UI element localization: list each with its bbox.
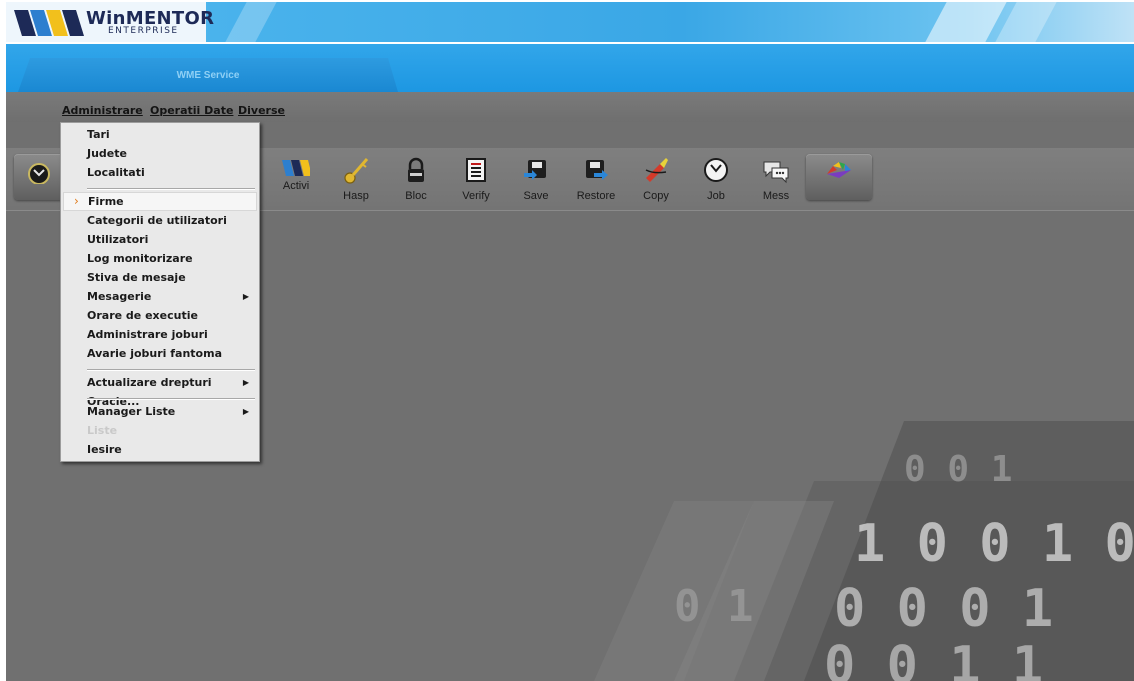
submenu-arrow-icon: ▶ xyxy=(242,292,249,301)
copy-icon xyxy=(645,158,668,182)
menu-item-label: Log monitorizare xyxy=(87,252,193,265)
mess-button[interactable]: Mess xyxy=(748,150,804,206)
chat-icon xyxy=(763,161,789,184)
menu-diverse[interactable]: Diverse xyxy=(238,104,285,117)
job-button[interactable]: Job xyxy=(688,150,744,206)
restore-icon xyxy=(586,160,608,180)
menu-item-categorii-utilizatori[interactable]: Categorii de utilizatori xyxy=(63,211,257,230)
menu-item-label: Tari xyxy=(87,128,110,141)
save-label: Save xyxy=(523,190,549,202)
chevron-right-icon: › xyxy=(74,194,79,208)
save-icon xyxy=(524,160,546,180)
menu-item-judete[interactable]: Judete xyxy=(63,144,257,163)
hasp-label: Hasp xyxy=(343,190,369,202)
menu-separator xyxy=(87,398,255,400)
menu-bar: Administrare Operatii Date Diverse xyxy=(6,92,1134,122)
menu-item-label: Localitati xyxy=(87,166,145,179)
menu-item-label: Categorii de utilizatori xyxy=(87,214,227,227)
restore-button[interactable]: Restore xyxy=(568,150,624,206)
menu-item-label: Orare de executie xyxy=(87,309,198,322)
tab-label: WME Service xyxy=(176,70,240,81)
key-icon xyxy=(344,158,369,184)
tab-wme-service[interactable]: WME Service xyxy=(18,58,398,92)
binary-background-decoration: 0 0 1 1 0 0 1 0 0 0 0 1 0 0 1 1 0 1 xyxy=(594,421,1134,681)
submenu-arrow-icon: ▶ xyxy=(242,407,249,416)
menu-item-label: Administrare joburi xyxy=(87,328,208,341)
menu-item-mesagerie[interactable]: Mesagerie ▶ xyxy=(63,287,257,306)
banner-stripe xyxy=(995,2,1057,42)
menu-item-label: Firme xyxy=(88,195,124,208)
checklist-icon xyxy=(466,158,486,182)
menu-item-label: Manager Liste xyxy=(87,405,176,418)
bloc-button[interactable]: Bloc xyxy=(388,150,444,206)
clock-button[interactable] xyxy=(11,150,67,206)
menu-item-avarie-joburi[interactable]: Avarie joburi fantoma xyxy=(63,344,257,363)
menu-item-label: Utilizatori xyxy=(87,233,149,246)
menu-administrare[interactable]: Administrare xyxy=(62,104,143,117)
menu-item-label: Avarie joburi fantoma xyxy=(87,347,222,360)
svg-text:0 0 0 1: 0 0 0 1 xyxy=(834,579,1053,639)
clock-icon xyxy=(704,158,728,182)
menu-item-localitati[interactable]: Localitati xyxy=(63,163,257,182)
menu-item-iesire[interactable]: Iesire xyxy=(63,440,257,459)
submenu-arrow-icon: ▶ xyxy=(242,378,249,387)
app-logo: WinMENTOR ENTERPRISE xyxy=(6,2,214,42)
svg-text:0 1: 0 1 xyxy=(674,581,753,632)
activi-label: Activi xyxy=(282,180,310,192)
bloc-label: Bloc xyxy=(405,190,427,202)
menu-item-label: Iesire xyxy=(87,443,122,456)
menu-operatii-date[interactable]: Operatii Date xyxy=(150,104,233,117)
menu-item-label: Stiva de mesaje xyxy=(87,271,186,284)
menu-item-manager-liste[interactable]: Manager Liste ▶ xyxy=(63,402,257,421)
mess-label: Mess xyxy=(762,190,790,202)
menu-item-actualizare-drepturi[interactable]: Actualizare drepturi Oracle... ▶ xyxy=(63,373,257,408)
administrare-dropdown-menu: Tari Judete Localitati › Firme Categorii… xyxy=(60,122,260,462)
banner-stripe xyxy=(225,2,277,42)
svg-text:1 0 0 1 0: 1 0 0 1 0 xyxy=(854,514,1134,574)
restore-label: Restore xyxy=(576,190,616,202)
banner-stripe xyxy=(925,2,1007,42)
verify-button[interactable]: Verify xyxy=(448,150,504,206)
verify-label: Verify xyxy=(462,190,490,202)
save-button[interactable]: Save xyxy=(508,150,564,206)
logo-mark-icon xyxy=(14,10,84,36)
hasp-button[interactable]: Hasp xyxy=(328,150,384,206)
menu-item-liste: Liste xyxy=(63,421,257,440)
menu-item-utilizatori[interactable]: Utilizatori xyxy=(63,230,257,249)
color-palette-icon xyxy=(827,162,851,178)
logo-subtitle: ENTERPRISE xyxy=(108,26,179,36)
menu-item-firme[interactable]: › Firme xyxy=(63,192,257,211)
clock-icon xyxy=(28,163,50,184)
app-banner: WinMENTOR ENTERPRISE xyxy=(6,2,1134,42)
tab-strip: WME Service xyxy=(6,44,1134,92)
activi-button[interactable]: Activi xyxy=(268,150,324,206)
menu-item-tari[interactable]: Tari xyxy=(63,125,257,144)
job-label: Job xyxy=(707,190,725,202)
menu-item-orare-executie[interactable]: Orare de executie xyxy=(63,306,257,325)
menu-separator xyxy=(87,369,255,371)
copy-button[interactable]: Copy xyxy=(628,150,684,206)
menu-item-label: Liste xyxy=(87,424,118,437)
menu-item-administrare-joburi[interactable]: Administrare joburi xyxy=(63,325,257,344)
svg-text:0 0 1 1: 0 0 1 1 xyxy=(824,636,1043,681)
copy-label: Copy xyxy=(643,190,669,202)
menu-item-label: Judete xyxy=(87,147,127,160)
menu-item-log-monitorizare[interactable]: Log monitorizare xyxy=(63,249,257,268)
padlock-icon xyxy=(408,157,424,182)
svg-text:0 0 1: 0 0 1 xyxy=(904,449,1012,490)
menu-separator xyxy=(87,188,255,190)
menu-item-stiva-mesaje[interactable]: Stiva de mesaje xyxy=(63,268,257,287)
menu-item-label: Mesagerie xyxy=(87,290,152,303)
palette-button[interactable] xyxy=(811,150,867,206)
